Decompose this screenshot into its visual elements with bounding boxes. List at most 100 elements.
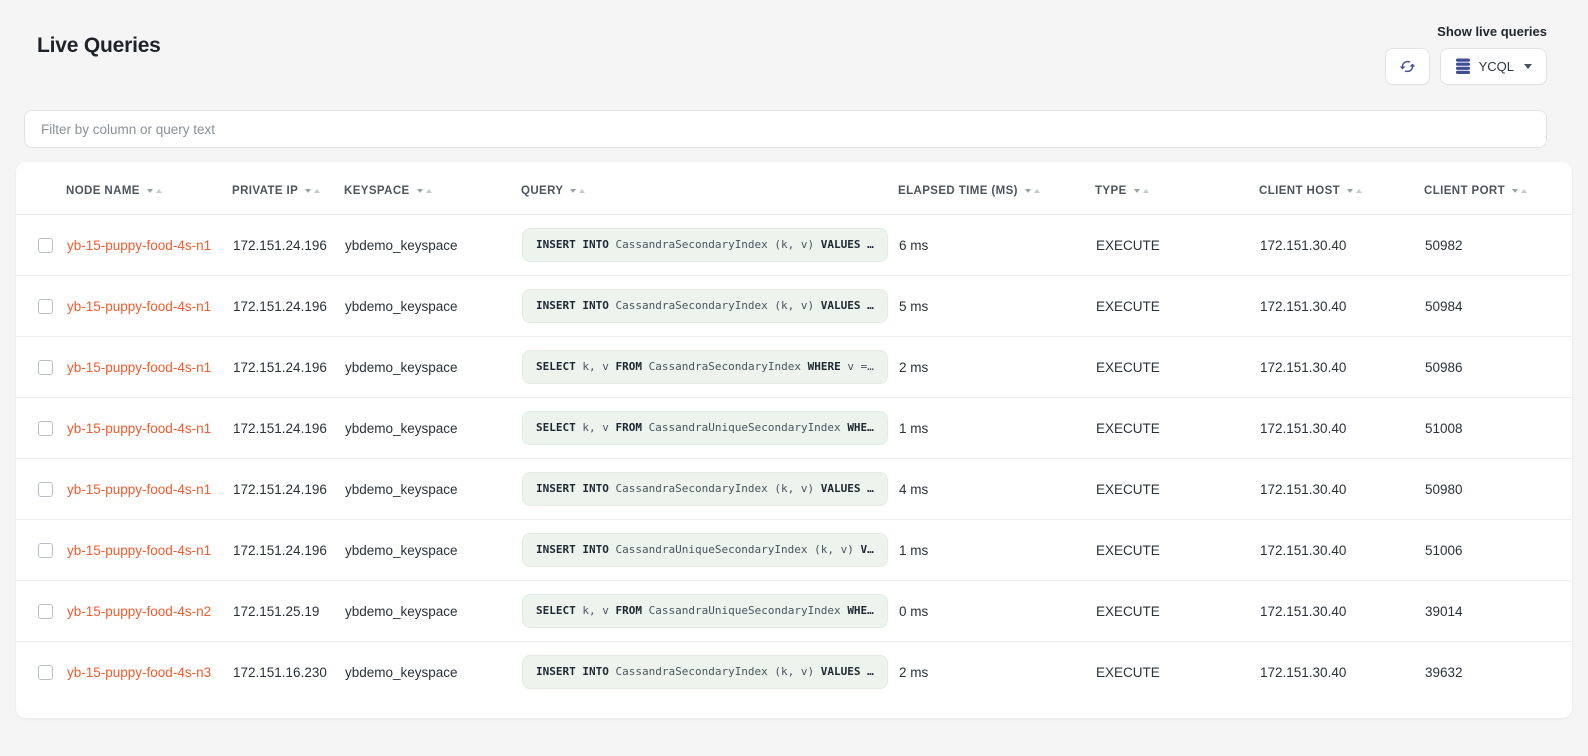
column-header[interactable]: NODE NAME <box>66 162 232 215</box>
column-label: PRIVATE IP <box>232 185 298 197</box>
keyspace-cell: ybdemo_keyspace <box>344 520 521 581</box>
table-row: yb-15-puppy-food-4s-n1 172.151.24.196 yb… <box>16 398 1572 459</box>
node-name-link[interactable]: yb-15-puppy-food-4s-n2 <box>67 604 211 619</box>
query-code[interactable]: INSERT INTO CassandraUniqueSecondaryInde… <box>522 533 888 567</box>
keyspace-cell: ybdemo_keyspace <box>344 398 521 459</box>
private-ip-cell: 172.151.24.196 <box>232 276 344 337</box>
row-checkbox[interactable] <box>38 482 53 497</box>
client-host-cell: 172.151.30.40 <box>1259 642 1424 703</box>
client-port-cell: 50984 <box>1424 276 1572 337</box>
sort-icons[interactable] <box>147 189 162 193</box>
client-port-cell: 50982 <box>1424 215 1572 276</box>
client-port-cell: 51008 <box>1424 398 1572 459</box>
sort-asc-icon <box>1356 189 1362 193</box>
api-selector-dropdown[interactable]: YCQL <box>1440 48 1547 85</box>
keyspace-cell: ybdemo_keyspace <box>344 215 521 276</box>
show-live-queries-label: Show live queries <box>1437 24 1547 39</box>
sort-desc-icon <box>1025 189 1031 193</box>
query-code[interactable]: SELECT k, v FROM CassandraUniqueSecondar… <box>522 594 888 628</box>
node-name-link[interactable]: yb-15-puppy-food-4s-n1 <box>67 543 211 558</box>
node-name-link[interactable]: yb-15-puppy-food-4s-n1 <box>67 360 211 375</box>
column-label: NODE NAME <box>66 185 140 197</box>
filter-input[interactable] <box>24 110 1547 148</box>
top-bar: Live Queries Show live queries <box>16 0 1572 85</box>
sort-icons[interactable] <box>417 189 432 193</box>
row-checkbox[interactable] <box>38 665 53 680</box>
table-row: yb-15-puppy-food-4s-n3 172.151.16.230 yb… <box>16 642 1572 703</box>
sort-asc-icon <box>579 189 585 193</box>
private-ip-cell: 172.151.25.19 <box>232 581 344 642</box>
row-checkbox[interactable] <box>38 421 53 436</box>
query-code[interactable]: SELECT k, v FROM CassandraSecondaryIndex… <box>522 350 888 384</box>
refresh-icon <box>1399 58 1416 75</box>
column-header[interactable]: TYPE <box>1095 162 1259 215</box>
row-checkbox[interactable] <box>38 299 53 314</box>
column-label: KEYSPACE <box>344 185 410 197</box>
private-ip-cell: 172.151.16.230 <box>232 642 344 703</box>
sort-asc-icon <box>156 189 162 193</box>
node-name-link[interactable]: yb-15-puppy-food-4s-n1 <box>67 482 211 497</box>
sort-desc-icon <box>1512 189 1518 193</box>
row-checkbox[interactable] <box>38 604 53 619</box>
node-name-link[interactable]: yb-15-puppy-food-4s-n3 <box>67 665 211 680</box>
node-name-link[interactable]: yb-15-puppy-food-4s-n1 <box>67 421 211 436</box>
private-ip-cell: 172.151.24.196 <box>232 520 344 581</box>
client-host-cell: 172.151.30.40 <box>1259 581 1424 642</box>
type-cell: EXECUTE <box>1095 398 1259 459</box>
private-ip-cell: 172.151.24.196 <box>232 337 344 398</box>
api-selector-label: YCQL <box>1479 59 1514 74</box>
elapsed-time-cell: 5 ms <box>898 276 1095 337</box>
sort-desc-icon <box>570 189 576 193</box>
elapsed-time-cell: 6 ms <box>898 215 1095 276</box>
sort-icons[interactable] <box>570 189 585 193</box>
sort-icons[interactable] <box>1025 189 1040 193</box>
query-code[interactable]: INSERT INTO CassandraSecondaryIndex (k, … <box>522 655 888 689</box>
type-cell: EXECUTE <box>1095 215 1259 276</box>
sort-icons[interactable] <box>305 189 320 193</box>
sort-desc-icon <box>147 189 153 193</box>
column-header[interactable]: ELAPSED TIME (MS) <box>898 162 1095 215</box>
client-port-cell: 51006 <box>1424 520 1572 581</box>
row-checkbox[interactable] <box>38 238 53 253</box>
table-header-row: NODE NAME PRIVATE IP KEYSPACE QUERY ELAP… <box>16 162 1572 215</box>
keyspace-cell: ybdemo_keyspace <box>344 276 521 337</box>
client-port-cell: 50980 <box>1424 459 1572 520</box>
live-queries-table-card: NODE NAME PRIVATE IP KEYSPACE QUERY ELAP… <box>16 162 1572 718</box>
query-code[interactable]: INSERT INTO CassandraSecondaryIndex (k, … <box>522 289 888 323</box>
keyspace-cell: ybdemo_keyspace <box>344 459 521 520</box>
refresh-button[interactable] <box>1385 48 1430 85</box>
client-host-cell: 172.151.30.40 <box>1259 215 1424 276</box>
sort-icons[interactable] <box>1347 189 1362 193</box>
elapsed-time-cell: 0 ms <box>898 581 1095 642</box>
query-code[interactable]: INSERT INTO CassandraSecondaryIndex (k, … <box>522 472 888 506</box>
client-host-cell: 172.151.30.40 <box>1259 398 1424 459</box>
client-host-cell: 172.151.30.40 <box>1259 459 1424 520</box>
sort-icons[interactable] <box>1134 189 1149 193</box>
column-label: TYPE <box>1095 185 1127 197</box>
row-checkbox[interactable] <box>38 360 53 375</box>
query-code[interactable]: INSERT INTO CassandraSecondaryIndex (k, … <box>522 228 888 262</box>
column-label: ELAPSED TIME (MS) <box>898 185 1018 197</box>
column-header[interactable]: KEYSPACE <box>344 162 521 215</box>
column-header[interactable]: CLIENT HOST <box>1259 162 1424 215</box>
column-header[interactable]: PRIVATE IP <box>232 162 344 215</box>
table-body: yb-15-puppy-food-4s-n1 172.151.24.196 yb… <box>16 215 1572 703</box>
query-code[interactable]: SELECT k, v FROM CassandraUniqueSecondar… <box>522 411 888 445</box>
chevron-down-icon <box>1524 64 1532 69</box>
node-name-link[interactable]: yb-15-puppy-food-4s-n1 <box>67 238 211 253</box>
header-checkbox-spacer <box>16 162 66 215</box>
column-label: CLIENT PORT <box>1424 185 1505 197</box>
sort-desc-icon <box>305 189 311 193</box>
row-checkbox[interactable] <box>38 543 53 558</box>
elapsed-time-cell: 1 ms <box>898 520 1095 581</box>
table-row: yb-15-puppy-food-4s-n2 172.151.25.19 ybd… <box>16 581 1572 642</box>
database-icon <box>1455 58 1471 75</box>
sort-desc-icon <box>1134 189 1140 193</box>
type-cell: EXECUTE <box>1095 459 1259 520</box>
node-name-link[interactable]: yb-15-puppy-food-4s-n1 <box>67 299 211 314</box>
column-header[interactable]: QUERY <box>521 162 898 215</box>
client-port-cell: 39014 <box>1424 581 1572 642</box>
sort-icons[interactable] <box>1512 189 1527 193</box>
client-port-cell: 39632 <box>1424 642 1572 703</box>
column-header[interactable]: CLIENT PORT <box>1424 162 1572 215</box>
